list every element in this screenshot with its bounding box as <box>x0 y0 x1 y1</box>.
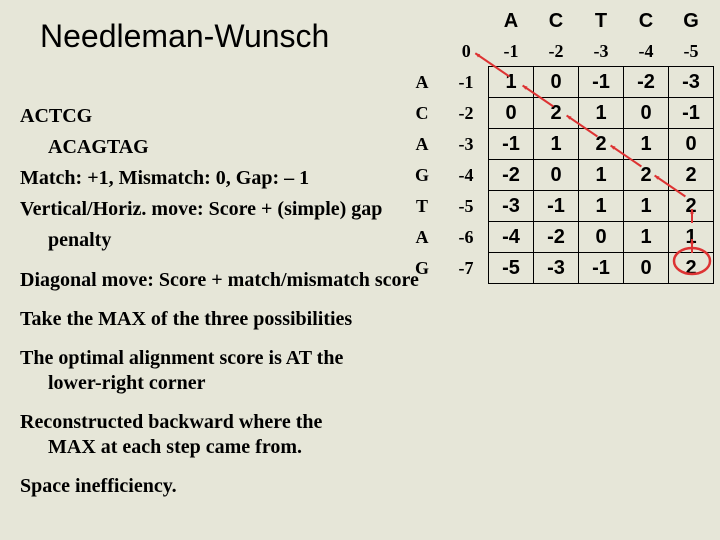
dp-cell: 2 <box>579 129 624 160</box>
dp-cell: 1 <box>489 67 534 98</box>
init-top: 0 <box>444 36 489 67</box>
dp-cell: 0 <box>624 253 669 284</box>
dp-cell: -1 <box>579 67 624 98</box>
recon-1: Reconstructed backward where the MAX at … <box>20 410 660 460</box>
dp-cell: 1 <box>624 129 669 160</box>
row-header: T <box>400 191 444 222</box>
dp-cell: -2 <box>489 160 534 191</box>
scoring-params: Match: +1, Mismatch: 0, Gap: – 1 <box>20 166 420 191</box>
dp-cell: -1 <box>579 253 624 284</box>
col-header: C <box>624 6 669 36</box>
dp-cell: -1 <box>534 191 579 222</box>
seq1: ACTCG <box>20 104 420 129</box>
dp-cell: 2 <box>624 160 669 191</box>
dp-cell: -4 <box>489 222 534 253</box>
dp-cell: 1 <box>669 222 714 253</box>
dp-cell: -2 <box>534 222 579 253</box>
col-header: G <box>669 6 714 36</box>
init-left: -7 <box>444 253 489 284</box>
dp-cell: 1 <box>534 129 579 160</box>
dp-cell: 1 <box>579 160 624 191</box>
dp-cell: 0 <box>669 129 714 160</box>
dp-cell: 0 <box>489 98 534 129</box>
col-header: C <box>534 6 579 36</box>
seq2: ACAGTAG <box>20 135 420 160</box>
dp-cell: -3 <box>669 67 714 98</box>
dp-matrix: ACTCG0-1-2-3-4-5A-110-1-2-3C-20210-1A-3-… <box>400 6 714 284</box>
init-top: -4 <box>624 36 669 67</box>
init-left: -4 <box>444 160 489 191</box>
row-header: A <box>400 67 444 98</box>
dp-cell: 1 <box>579 98 624 129</box>
optimal-1: The optimal alignment score is AT the lo… <box>20 346 660 396</box>
col-header: T <box>579 6 624 36</box>
row-header: G <box>400 160 444 191</box>
dp-cell: -2 <box>624 67 669 98</box>
dp-cell: 2 <box>669 191 714 222</box>
dp-cell: 2 <box>669 160 714 191</box>
row-header: G <box>400 253 444 284</box>
dp-cell: 0 <box>624 98 669 129</box>
init-left: -3 <box>444 129 489 160</box>
dp-cell: 2 <box>669 253 714 284</box>
dp-cell: 1 <box>624 191 669 222</box>
init-top: -1 <box>489 36 534 67</box>
lower-text: Diagonal move: Score + match/mismatch sc… <box>20 268 660 513</box>
dp-cell: -1 <box>489 129 534 160</box>
col-header: A <box>489 6 534 36</box>
init-left: -6 <box>444 222 489 253</box>
dp-cell: 1 <box>579 191 624 222</box>
init-top: -2 <box>534 36 579 67</box>
init-left: -2 <box>444 98 489 129</box>
take-max: Take the MAX of the three possibilities <box>20 307 660 332</box>
slide-title: Needleman-Wunsch <box>40 18 329 55</box>
dp-cell: 0 <box>579 222 624 253</box>
dp-cell: -3 <box>489 191 534 222</box>
init-top: -3 <box>579 36 624 67</box>
slide: Needleman-Wunsch ACTCG ACAGTAG Match: +1… <box>0 0 720 540</box>
dp-cell: -1 <box>669 98 714 129</box>
init-left: -1 <box>444 67 489 98</box>
init-top: -5 <box>669 36 714 67</box>
upper-text: ACTCG ACAGTAG Match: +1, Mismatch: 0, Ga… <box>20 104 420 259</box>
dp-cell: -3 <box>534 253 579 284</box>
vert-move-1: Vertical/Horiz. move: Score + (simple) g… <box>20 197 420 222</box>
space-ineff: Space inefficiency. <box>20 474 660 499</box>
init-left: -5 <box>444 191 489 222</box>
dp-cell: 0 <box>534 160 579 191</box>
dp-cell: 0 <box>534 67 579 98</box>
dp-cell: 1 <box>624 222 669 253</box>
dp-cell: 2 <box>534 98 579 129</box>
row-header: A <box>400 129 444 160</box>
dp-cell: -5 <box>489 253 534 284</box>
row-header: C <box>400 98 444 129</box>
vert-move-2: penalty <box>20 228 420 253</box>
row-header: A <box>400 222 444 253</box>
